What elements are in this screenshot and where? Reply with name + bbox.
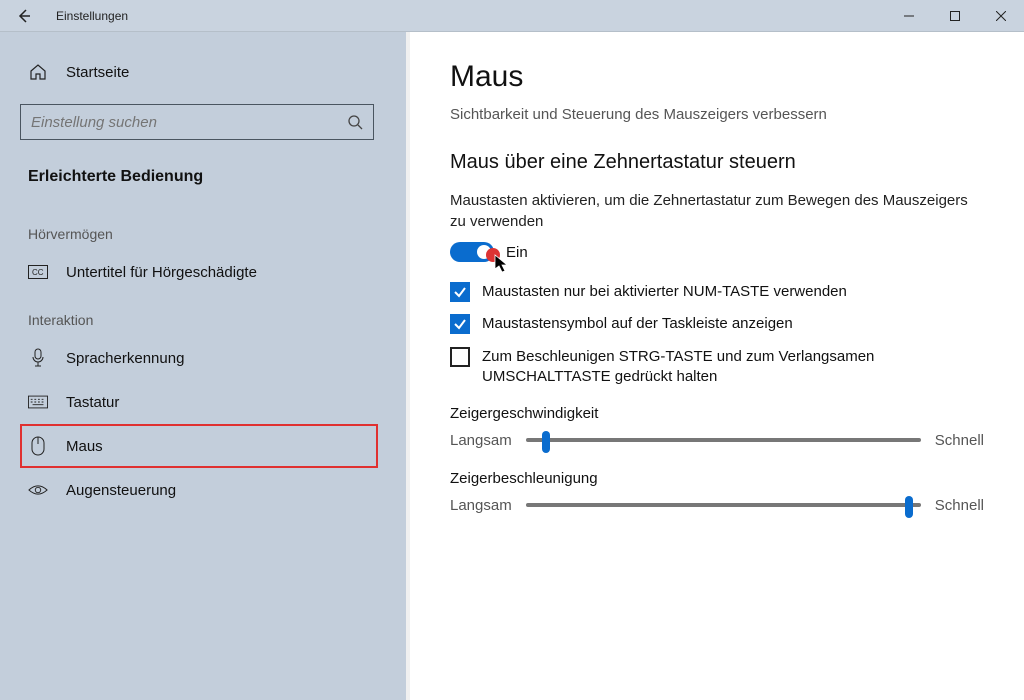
sidebar-item-eye[interactable]: Augensteuerung [20, 468, 402, 512]
checkbox-numlock-label: Maustasten nur bei aktivierter NUM-TASTE… [482, 282, 847, 302]
back-button[interactable] [0, 8, 48, 24]
sidebar-home[interactable]: Startseite [20, 52, 402, 92]
sidebar-item-keyboard[interactable]: Tastatur [20, 380, 402, 424]
svg-text:CC: CC [32, 268, 44, 277]
page-subtitle: Sichtbarkeit und Steuerung des Mauszeige… [450, 106, 984, 123]
sidebar-item-label: Maus [66, 438, 103, 455]
content-pane: Maus Sichtbarkeit und Steuerung des Maus… [410, 32, 1024, 700]
section-heading-keypad: Maus über eine Zehnertastatur steuern [450, 151, 984, 174]
maximize-button[interactable] [932, 0, 978, 32]
sidebar-item-speech[interactable]: Spracherkennung [20, 336, 402, 380]
sidebar-item-label: Augensteuerung [66, 482, 176, 499]
captions-icon: CC [28, 262, 48, 282]
sidebar-main-heading: Erleichterte Bedienung [20, 160, 402, 208]
checkbox-taskbar-icon[interactable] [450, 314, 470, 334]
sidebar-home-label: Startseite [66, 64, 129, 81]
sidebar-section-interaction: Interaktion [20, 294, 402, 336]
checkbox-ctrl-shift-label: Zum Beschleunigen STRG-TASTE und zum Ver… [482, 347, 984, 388]
search-box[interactable] [20, 104, 374, 140]
sidebar-item-mouse[interactable]: Maus [20, 424, 378, 468]
pointer-accel-slider[interactable] [526, 493, 921, 517]
pointer-speed-slider[interactable] [526, 428, 921, 452]
window-title: Einstellungen [48, 9, 886, 23]
slider-speed-title: Zeigergeschwindigkeit [450, 405, 984, 422]
slider-slow-label: Langsam [450, 432, 512, 449]
toggle-description: Maustasten aktivieren, um die Zehnertast… [450, 190, 984, 232]
keyboard-icon [28, 392, 48, 412]
sidebar-item-captions[interactable]: CC Untertitel für Hörgeschädigte [20, 250, 402, 294]
minimize-button[interactable] [886, 0, 932, 32]
slider-accel-title: Zeigerbeschleunigung [450, 470, 984, 487]
slider-fast-label: Schnell [935, 497, 984, 514]
slider-fast-label: Schnell [935, 432, 984, 449]
home-icon [28, 62, 48, 82]
search-icon [347, 114, 363, 130]
sidebar: Startseite Erleichterte Bedienung Hörver… [0, 32, 410, 700]
microphone-icon [28, 348, 48, 368]
sidebar-section-hearing: Hörvermögen [20, 208, 402, 250]
checkbox-ctrl-shift[interactable] [450, 347, 470, 367]
checkbox-numlock[interactable] [450, 282, 470, 302]
cursor-icon [494, 254, 510, 274]
mouse-icon [28, 436, 48, 456]
sidebar-item-label: Spracherkennung [66, 350, 184, 367]
sidebar-item-label: Untertitel für Hörgeschädigte [66, 264, 257, 281]
search-input[interactable] [31, 114, 347, 131]
eye-icon [28, 480, 48, 500]
close-button[interactable] [978, 0, 1024, 32]
sidebar-item-label: Tastatur [66, 394, 119, 411]
page-title: Maus [450, 60, 984, 94]
checkbox-taskbar-icon-label: Maustastensymbol auf der Taskleiste anze… [482, 314, 793, 334]
slider-slow-label: Langsam [450, 497, 512, 514]
